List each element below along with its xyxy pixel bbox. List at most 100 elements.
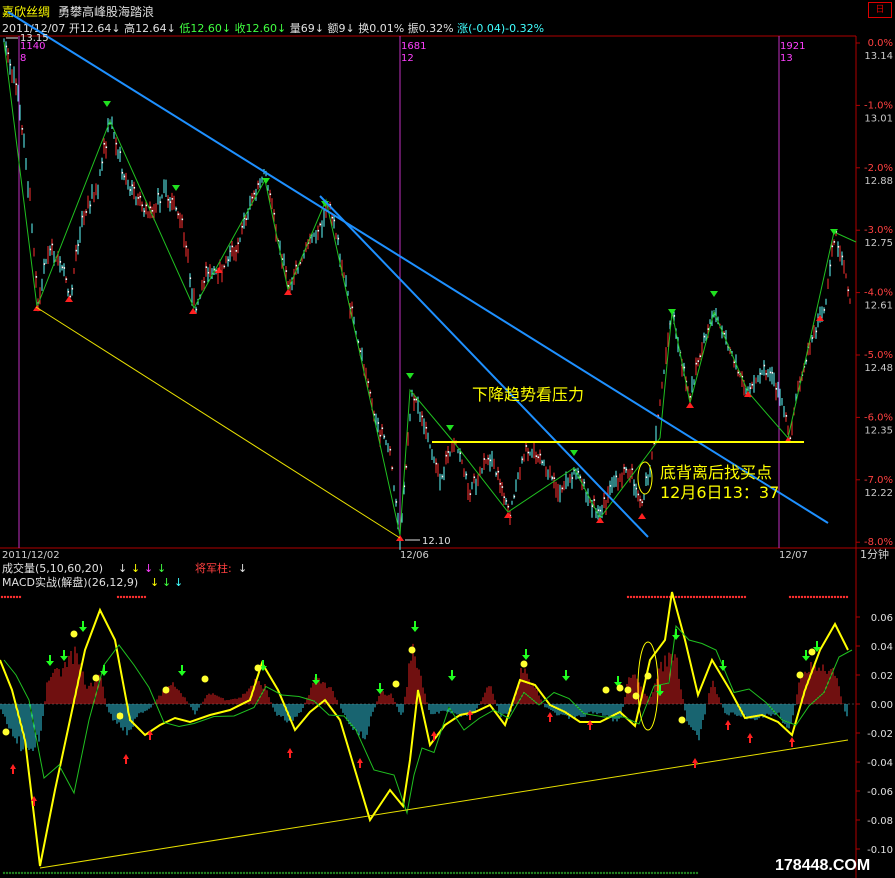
general-bar-label: 将军柱:	[195, 561, 232, 575]
signal-dot	[638, 871, 642, 875]
signal-dot	[803, 595, 807, 599]
price-tick-dot	[317, 229, 320, 232]
signal-dot	[335, 871, 339, 875]
signal-dot	[38, 871, 42, 875]
macd-axis-label: -0.10	[867, 845, 893, 856]
price-tick-dot	[89, 204, 92, 207]
signal-dot	[698, 595, 702, 599]
price-tick-dot	[171, 198, 174, 200]
price-tick-dot	[415, 398, 418, 401]
price-tick-dot	[483, 458, 486, 460]
signal-dot	[569, 871, 573, 875]
signal-dot	[809, 595, 813, 599]
price-tick-dot	[639, 499, 642, 501]
signal-dot	[473, 871, 477, 875]
price-axis-price-label: 12.75	[864, 238, 893, 249]
price-tick-dot	[641, 501, 644, 503]
signal-dot	[239, 871, 243, 875]
signal-dot	[659, 595, 663, 599]
signal-dot	[47, 871, 51, 875]
price-tick-dot	[119, 151, 122, 153]
signal-dot	[740, 595, 744, 599]
price-tick-dot	[637, 493, 640, 496]
price-tick-dot	[499, 483, 502, 485]
price-tick-dot	[139, 195, 142, 198]
signal-dot	[617, 871, 621, 875]
price-axis-pct-label: -8.0%	[864, 537, 893, 548]
signal-dot	[797, 595, 801, 599]
signal-dot	[125, 871, 129, 875]
signal-dot	[299, 871, 303, 875]
price-tick-dot	[615, 475, 618, 478]
trough-marker	[284, 289, 292, 295]
price-tick-dot	[459, 452, 462, 455]
signal-dot	[146, 871, 150, 875]
price-axis-pct-label: -2.0%	[864, 163, 893, 174]
signal-dot	[3, 595, 7, 599]
signal-dot	[251, 871, 255, 875]
price-tick-dot	[337, 237, 340, 240]
signal-dot	[644, 871, 648, 875]
signal-dot	[653, 595, 657, 599]
signal-dot	[62, 871, 66, 875]
signal-dot	[539, 871, 543, 875]
signal-dot	[134, 595, 138, 599]
price-tick-dot	[137, 197, 140, 199]
price-tick-dot	[369, 391, 372, 394]
signal-dot	[641, 871, 645, 875]
price-tick-dot	[59, 261, 62, 263]
signal-dot	[662, 871, 666, 875]
signal-dot	[137, 595, 141, 599]
price-tick-dot	[101, 161, 104, 164]
price-tick-dot	[133, 186, 136, 189]
signal-dot	[701, 595, 705, 599]
price-tick-dot	[441, 475, 444, 478]
price-tick-dot	[5, 45, 8, 48]
signal-dot	[719, 595, 723, 599]
signal-dot	[188, 871, 192, 875]
signal-dot	[386, 871, 390, 875]
signal-dot	[383, 871, 387, 875]
signal-dot	[401, 871, 405, 875]
signal-dot	[185, 871, 189, 875]
signal-dot	[200, 871, 204, 875]
signal-dot	[128, 871, 132, 875]
price-tick-dot	[75, 249, 78, 252]
signal-dot	[155, 871, 159, 875]
price-tick-dot	[771, 372, 774, 374]
signal-dot	[509, 871, 513, 875]
signal-dot	[548, 871, 552, 875]
chart-canvas[interactable]: 0.0% 13.14 -1.0% 13.01 -2.0% 12.88 -3.0% 12.75 -…	[0, 0, 895, 878]
price-tick-dot	[143, 210, 146, 213]
price-tick-dot	[489, 459, 492, 462]
price-tick-dot	[469, 493, 472, 495]
volume-arrow: ↓	[118, 562, 127, 575]
macd-histogram-group	[0, 643, 848, 752]
price-tick-dot	[51, 243, 54, 246]
signal-dot	[566, 871, 570, 875]
price-tick-dot	[331, 216, 334, 219]
period-label: 1分钟	[860, 547, 889, 561]
macd-yellow-dot	[162, 686, 170, 694]
price-tick-dot	[169, 201, 172, 203]
signal-dot	[323, 871, 327, 875]
buy-signal-arrow-head	[672, 635, 680, 640]
price-tick-dot	[625, 468, 628, 471]
signal-dot	[638, 595, 642, 599]
signal-dot	[626, 871, 630, 875]
signal-dot	[317, 871, 321, 875]
signal-dot	[485, 871, 489, 875]
macd-yellow-dot	[254, 664, 262, 672]
price-tick-dot	[841, 255, 844, 258]
signal-dot	[260, 871, 264, 875]
signal-dot	[128, 595, 132, 599]
signal-dot	[416, 871, 420, 875]
signal-dot	[71, 871, 75, 875]
signal-dot	[212, 871, 216, 875]
price-tick-dot	[473, 476, 476, 479]
macd-yellow-dot	[796, 671, 804, 679]
price-tick-dot	[697, 360, 700, 362]
price-tick-dot	[831, 245, 834, 248]
signal-dot	[470, 871, 474, 875]
signal-dot	[284, 871, 288, 875]
